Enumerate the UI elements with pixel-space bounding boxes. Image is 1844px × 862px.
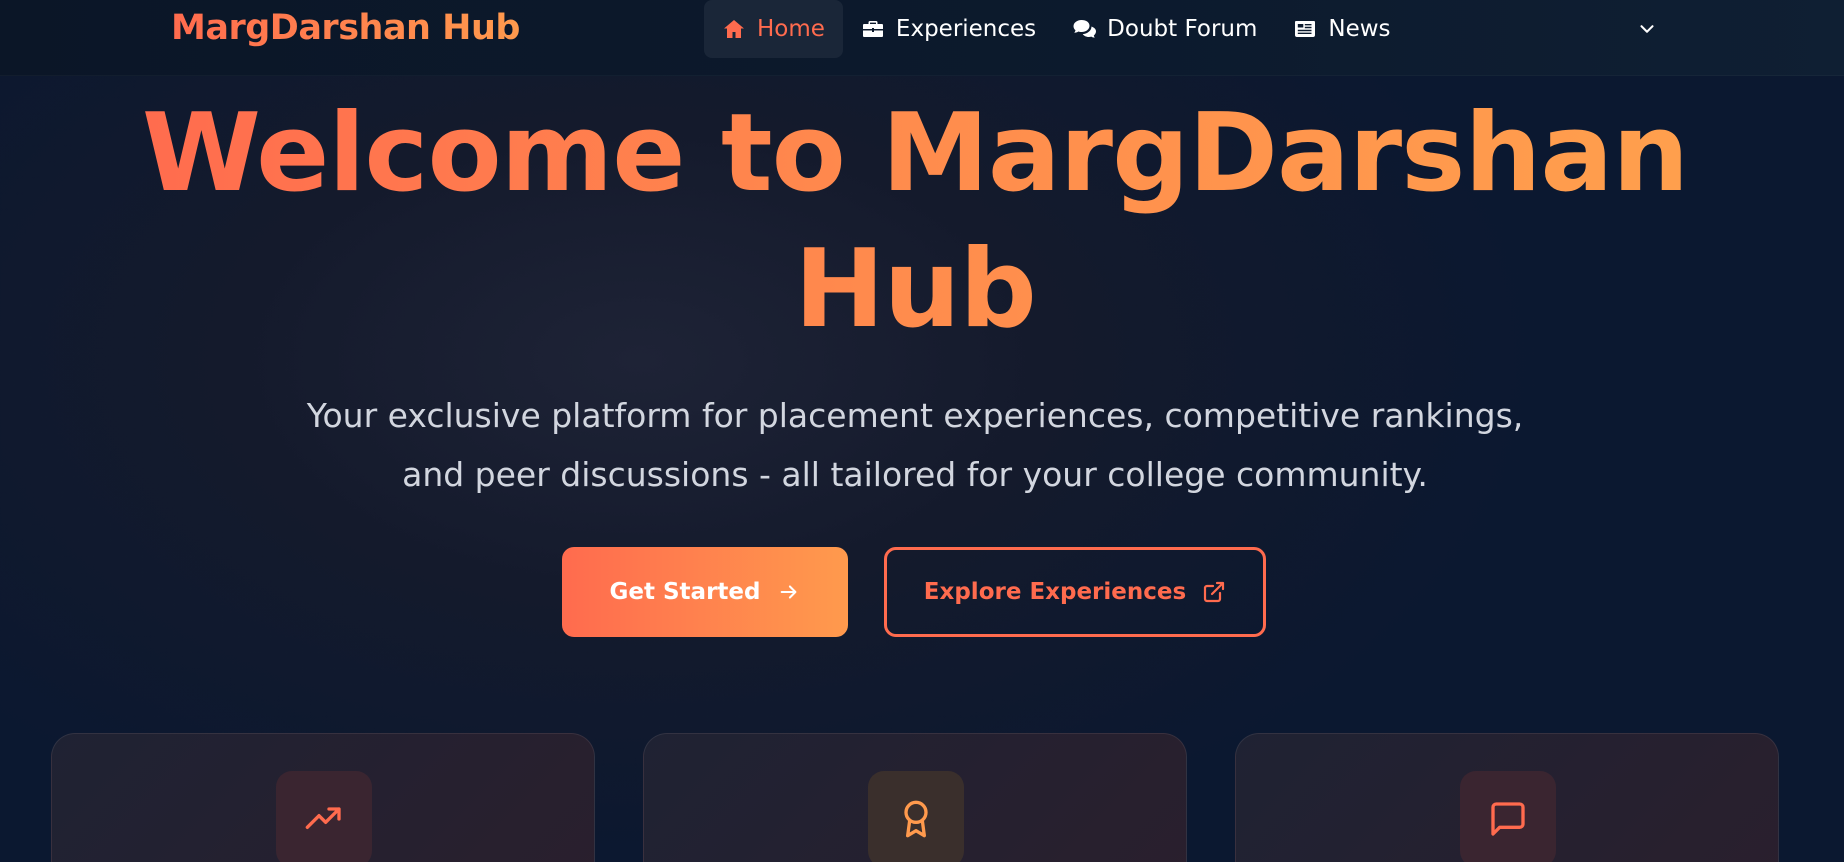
feature-card-discussions (1235, 733, 1779, 862)
feature-icon-box (868, 771, 964, 862)
briefcase-icon (862, 21, 883, 37)
brand-logo[interactable]: MargDarshan Hub (171, 8, 520, 48)
nav-item-home[interactable]: Home (704, 0, 843, 58)
nav-item-label: News (1328, 16, 1391, 42)
nav-item-experiences[interactable]: Experiences (843, 0, 1054, 58)
arrow-right-icon (781, 585, 797, 599)
feature-icon-box (276, 771, 372, 862)
nav-item-label: Home (757, 16, 825, 42)
hero-subtitle: Your exclusive platform for placement ex… (306, 396, 1524, 494)
get-started-label: Get Started (609, 579, 761, 605)
feature-card-achievements (643, 733, 1187, 862)
comments-icon (1073, 20, 1097, 38)
trending-up-icon (305, 807, 341, 829)
award-icon (904, 800, 928, 838)
nav-item-label: Doubt Forum (1107, 16, 1258, 42)
chevron-down-icon[interactable] (1636, 18, 1658, 40)
explore-experiences-label: Explore Experiences (923, 579, 1187, 605)
message-square-icon (1491, 802, 1525, 836)
nav-item-doubt-forum[interactable]: Doubt Forum (1054, 0, 1275, 58)
external-link-icon (1204, 581, 1225, 603)
home-icon (724, 20, 744, 38)
get-started-button[interactable]: Get Started (562, 547, 848, 637)
hero-title: Welcome to MargDarshan Hub (120, 86, 1710, 358)
feature-icon-box (1460, 771, 1556, 862)
newspaper-icon (1295, 21, 1316, 37)
nav-links: Home Experiences Doubt Forum News (704, 0, 1409, 58)
explore-experiences-button[interactable]: Explore Experiences (884, 547, 1266, 637)
feature-card-rankings (51, 733, 595, 862)
nav-item-news[interactable]: News (1275, 0, 1408, 58)
nav-item-label: Experiences (895, 16, 1037, 42)
top-navbar: MargDarshan Hub Home Experiences Doubt F… (0, 0, 1844, 76)
